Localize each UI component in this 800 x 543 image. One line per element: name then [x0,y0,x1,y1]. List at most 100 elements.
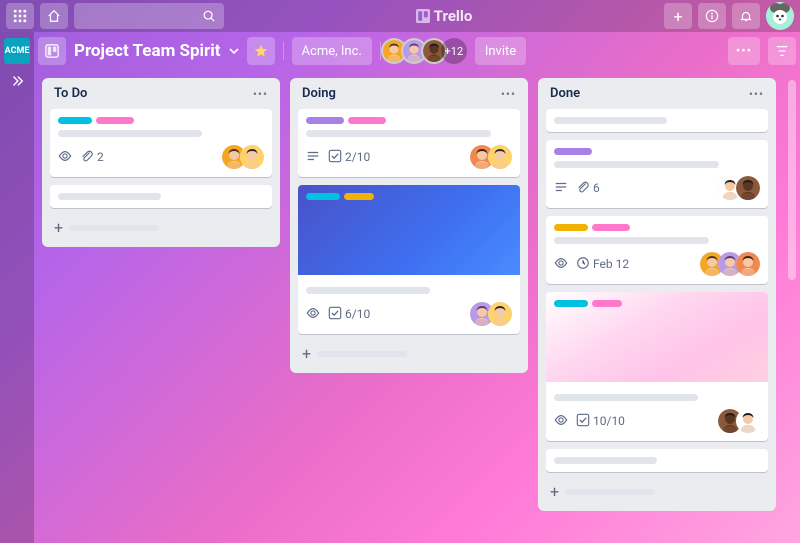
list-menu-button[interactable]: ••• [501,87,516,101]
list-title[interactable]: Done [550,86,580,101]
card-labels [554,148,760,155]
notifications-button[interactable] [732,3,760,29]
apps-menu-button[interactable] [6,3,34,29]
label-pink[interactable] [348,117,386,124]
bell-icon [739,9,753,23]
label-pink[interactable] [96,117,134,124]
card-text-placeholder [554,237,709,244]
board-menu-button[interactable]: ••• [728,37,760,65]
board-members[interactable]: +12 [387,38,467,64]
card[interactable] [546,449,768,472]
add-card-button[interactable]: + [546,480,768,503]
card[interactable]: 2 [50,109,272,177]
card-footer: 6 [554,176,760,200]
add-card-placeholder [317,351,407,357]
filter-button[interactable] [768,37,796,65]
checklist-badge: 2/10 [328,149,370,166]
card-footer: Feb 12 [554,252,760,276]
label-purple[interactable] [554,148,592,155]
member-avatar[interactable] [488,302,512,326]
description-badge [554,180,568,197]
board-icon-button[interactable] [38,37,66,65]
list-menu-button[interactable]: ••• [253,87,268,101]
expand-rail-button[interactable] [10,74,24,92]
card-text-placeholder [554,161,719,168]
invite-button[interactable]: Invite [475,37,526,65]
card-labels [58,117,264,124]
list: To Do ••• 2 + [42,78,280,247]
brand-logo: Trello [230,7,658,25]
workspace-rail: ACME [0,32,34,543]
org-name: Acme, Inc. [302,44,362,59]
home-icon [47,9,61,23]
card[interactable]: 6 [546,140,768,208]
eye-icon [554,256,568,273]
card-footer: 2 [58,145,264,169]
card-labels [554,224,760,231]
card-footer: 2/10 [306,145,512,169]
card-badges: 10/10 [554,413,625,430]
member-avatar[interactable] [736,252,760,276]
add-card-placeholder [565,489,655,495]
board-name-text: Project Team Spirit [74,41,221,61]
list-header: Done ••• [546,86,768,101]
board-name[interactable]: Project Team Spirit [74,41,239,61]
org-chip[interactable]: Acme, Inc. [292,37,372,65]
label-yellow[interactable] [554,224,588,231]
checklist-icon [328,149,342,166]
label-pink[interactable] [592,224,630,231]
search-input[interactable] [74,3,224,29]
scrollbar[interactable] [788,80,796,280]
info-button[interactable] [698,3,726,29]
card[interactable]: 6/10 [298,185,520,334]
watch-badge [58,149,72,166]
add-card-button[interactable]: + [298,342,520,365]
search-icon [202,9,216,23]
eye-icon [554,413,568,430]
card-text-placeholder [554,457,657,464]
card-text-placeholder [306,130,491,137]
workspace-tile[interactable]: ACME [4,38,30,64]
list-menu-button[interactable]: ••• [749,87,764,101]
card[interactable] [546,109,768,132]
divider [283,42,284,60]
attachment-badge: 6 [576,180,600,197]
clock-icon [576,256,590,273]
card[interactable]: Feb 12 [546,216,768,284]
eye-icon [306,306,320,323]
plus-icon: + [550,482,559,501]
list: Done ••• 6 Feb 12 10/10 + [538,78,776,511]
member-overflow-count[interactable]: +12 [441,38,467,64]
card-members [706,252,760,276]
card-labels [306,117,512,124]
board-canvas: To Do ••• 2 + Doing ••• 2/10 6/10 + Done ••… [34,70,800,543]
description-icon [554,180,568,197]
member-avatar[interactable] [488,145,512,169]
card-badges: 6 [554,180,600,197]
brand-text: Trello [434,7,473,25]
add-card-button[interactable]: + [50,216,272,239]
top-navbar: Trello + [0,0,800,32]
card[interactable] [50,185,272,208]
invite-label: Invite [485,44,516,59]
star-button[interactable] [247,37,275,65]
checklist-badge: 10/10 [576,413,625,430]
card-members [724,176,760,200]
member-avatar[interactable] [736,409,760,433]
card[interactable]: 10/10 [546,292,768,441]
list-title[interactable]: Doing [302,86,336,101]
add-card-placeholder [69,225,159,231]
card[interactable]: 2/10 [298,109,520,177]
ellipsis-icon: ••• [736,44,752,59]
grid-icon [13,9,27,23]
label-purple[interactable] [306,117,344,124]
user-avatar[interactable] [766,2,794,30]
list-title[interactable]: To Do [54,86,87,101]
due-badge: Feb 12 [576,256,629,273]
create-button[interactable]: + [664,3,692,29]
board-header: Project Team Spirit Acme, Inc. +12 Invit… [0,32,800,70]
home-button[interactable] [40,3,68,29]
member-avatar[interactable] [736,176,760,200]
member-avatar[interactable] [240,145,264,169]
label-cyan[interactable] [58,117,92,124]
